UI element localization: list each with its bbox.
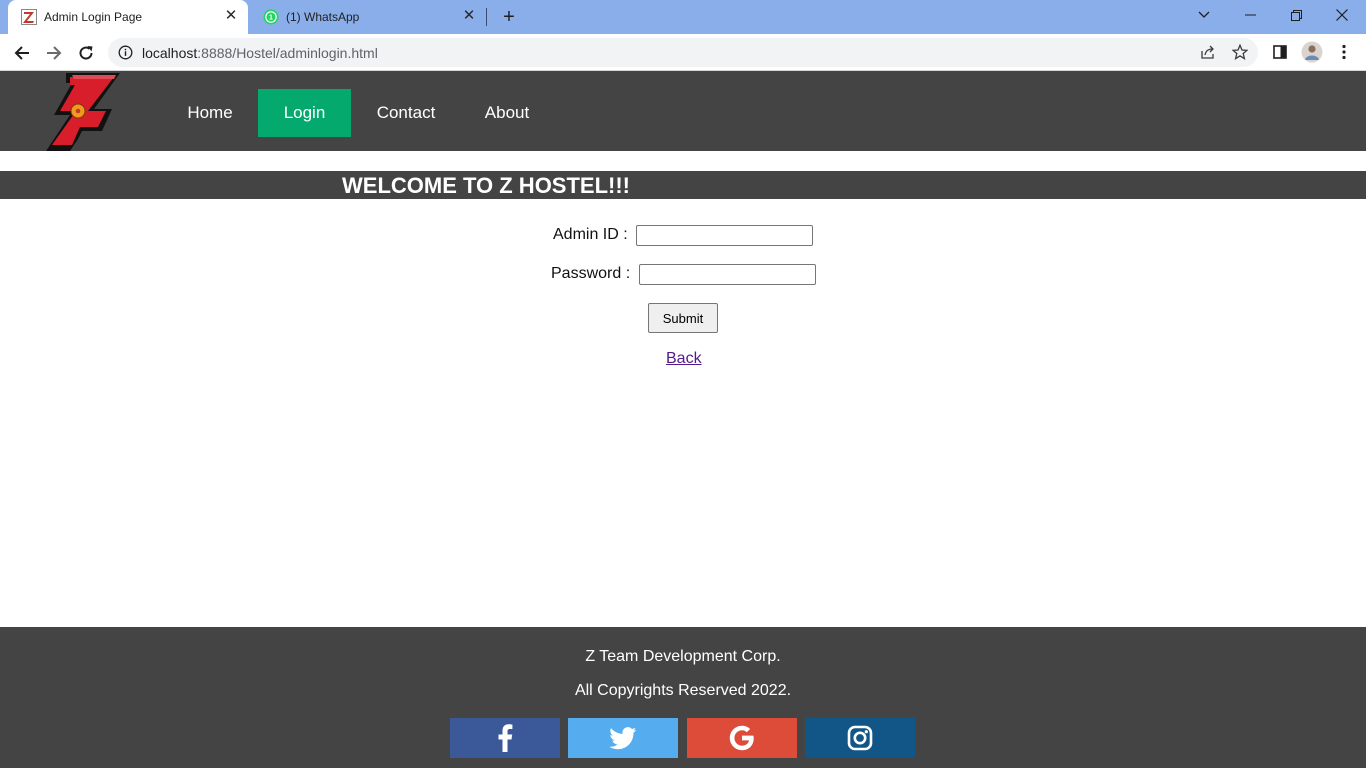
browser-menu-icon[interactable] <box>1332 40 1356 64</box>
welcome-heading: WELCOME TO Z HOSTEL!!! <box>342 173 631 198</box>
address-bar[interactable]: localhost:8888/Hostel/adminlogin.html <box>108 38 1258 67</box>
share-icon[interactable] <box>1196 40 1220 64</box>
footer-company: Z Team Development Corp. <box>585 648 781 665</box>
back-link[interactable]: Back <box>666 350 702 368</box>
footer-copyright: All Copyrights Reserved 2022. <box>574 682 792 699</box>
admin-id-input[interactable] <box>636 225 813 246</box>
site-logo-icon <box>21 9 37 25</box>
admin-id-label: Admin ID : <box>553 226 628 243</box>
reload-icon[interactable] <box>73 40 99 66</box>
side-panel-icon[interactable] <box>1268 40 1292 64</box>
password-label: Password : <box>551 265 631 282</box>
minimize-button[interactable] <box>1227 0 1273 30</box>
z-hostel-logo[interactable] <box>42 71 122 151</box>
profile-avatar[interactable] <box>1300 40 1324 64</box>
back-arrow-icon[interactable] <box>9 40 35 66</box>
nav-home[interactable]: Home <box>173 89 247 137</box>
url-text[interactable]: localhost:8888/Hostel/adminlogin.html <box>142 45 378 61</box>
site-footer: Z Team Development Corp. All Copyrights … <box>0 627 1366 768</box>
whatsapp-icon: 1 <box>263 9 279 25</box>
tab-title: Admin Login Page <box>44 10 143 24</box>
site-info-icon[interactable] <box>118 45 133 60</box>
instagram-button[interactable] <box>805 718 915 758</box>
tab-title: (1) WhatsApp <box>286 10 360 24</box>
svg-text:1: 1 <box>269 15 273 22</box>
browser-tab-strip: Admin Login Page ✕ 1 (1) WhatsApp ✕ + <box>0 0 1366 34</box>
tab-divider <box>486 8 487 26</box>
nav-contact[interactable]: Contact <box>362 89 450 137</box>
forward-arrow-icon[interactable] <box>41 40 67 66</box>
close-tab-icon[interactable]: ✕ <box>222 7 240 25</box>
facebook-icon <box>498 724 513 752</box>
password-input[interactable] <box>639 264 816 285</box>
close-tab-icon[interactable]: ✕ <box>460 7 478 25</box>
instagram-icon <box>847 725 873 751</box>
tab-search-icon[interactable] <box>1181 0 1227 30</box>
welcome-banner: WELCOME TO Z HOSTEL!!! <box>0 171 1366 199</box>
bookmark-star-icon[interactable] <box>1228 40 1252 64</box>
tab-admin-login[interactable]: Admin Login Page ✕ <box>8 0 248 34</box>
submit-button[interactable]: Submit <box>648 303 718 333</box>
close-window-button[interactable] <box>1319 0 1365 30</box>
site-header: Home Login Contact About <box>0 71 1366 151</box>
twitter-button[interactable] <box>568 718 678 758</box>
new-tab-button[interactable]: + <box>498 6 520 28</box>
restore-button[interactable] <box>1273 0 1319 30</box>
facebook-button[interactable] <box>450 718 560 758</box>
google-button[interactable] <box>687 718 797 758</box>
browser-toolbar: localhost:8888/Hostel/adminlogin.html <box>0 34 1366 71</box>
nav-login[interactable]: Login <box>258 89 351 137</box>
nav-about[interactable]: About <box>472 89 542 137</box>
google-icon <box>729 725 754 751</box>
tab-whatsapp[interactable]: 1 (1) WhatsApp ✕ <box>250 0 486 34</box>
twitter-icon <box>609 726 637 749</box>
